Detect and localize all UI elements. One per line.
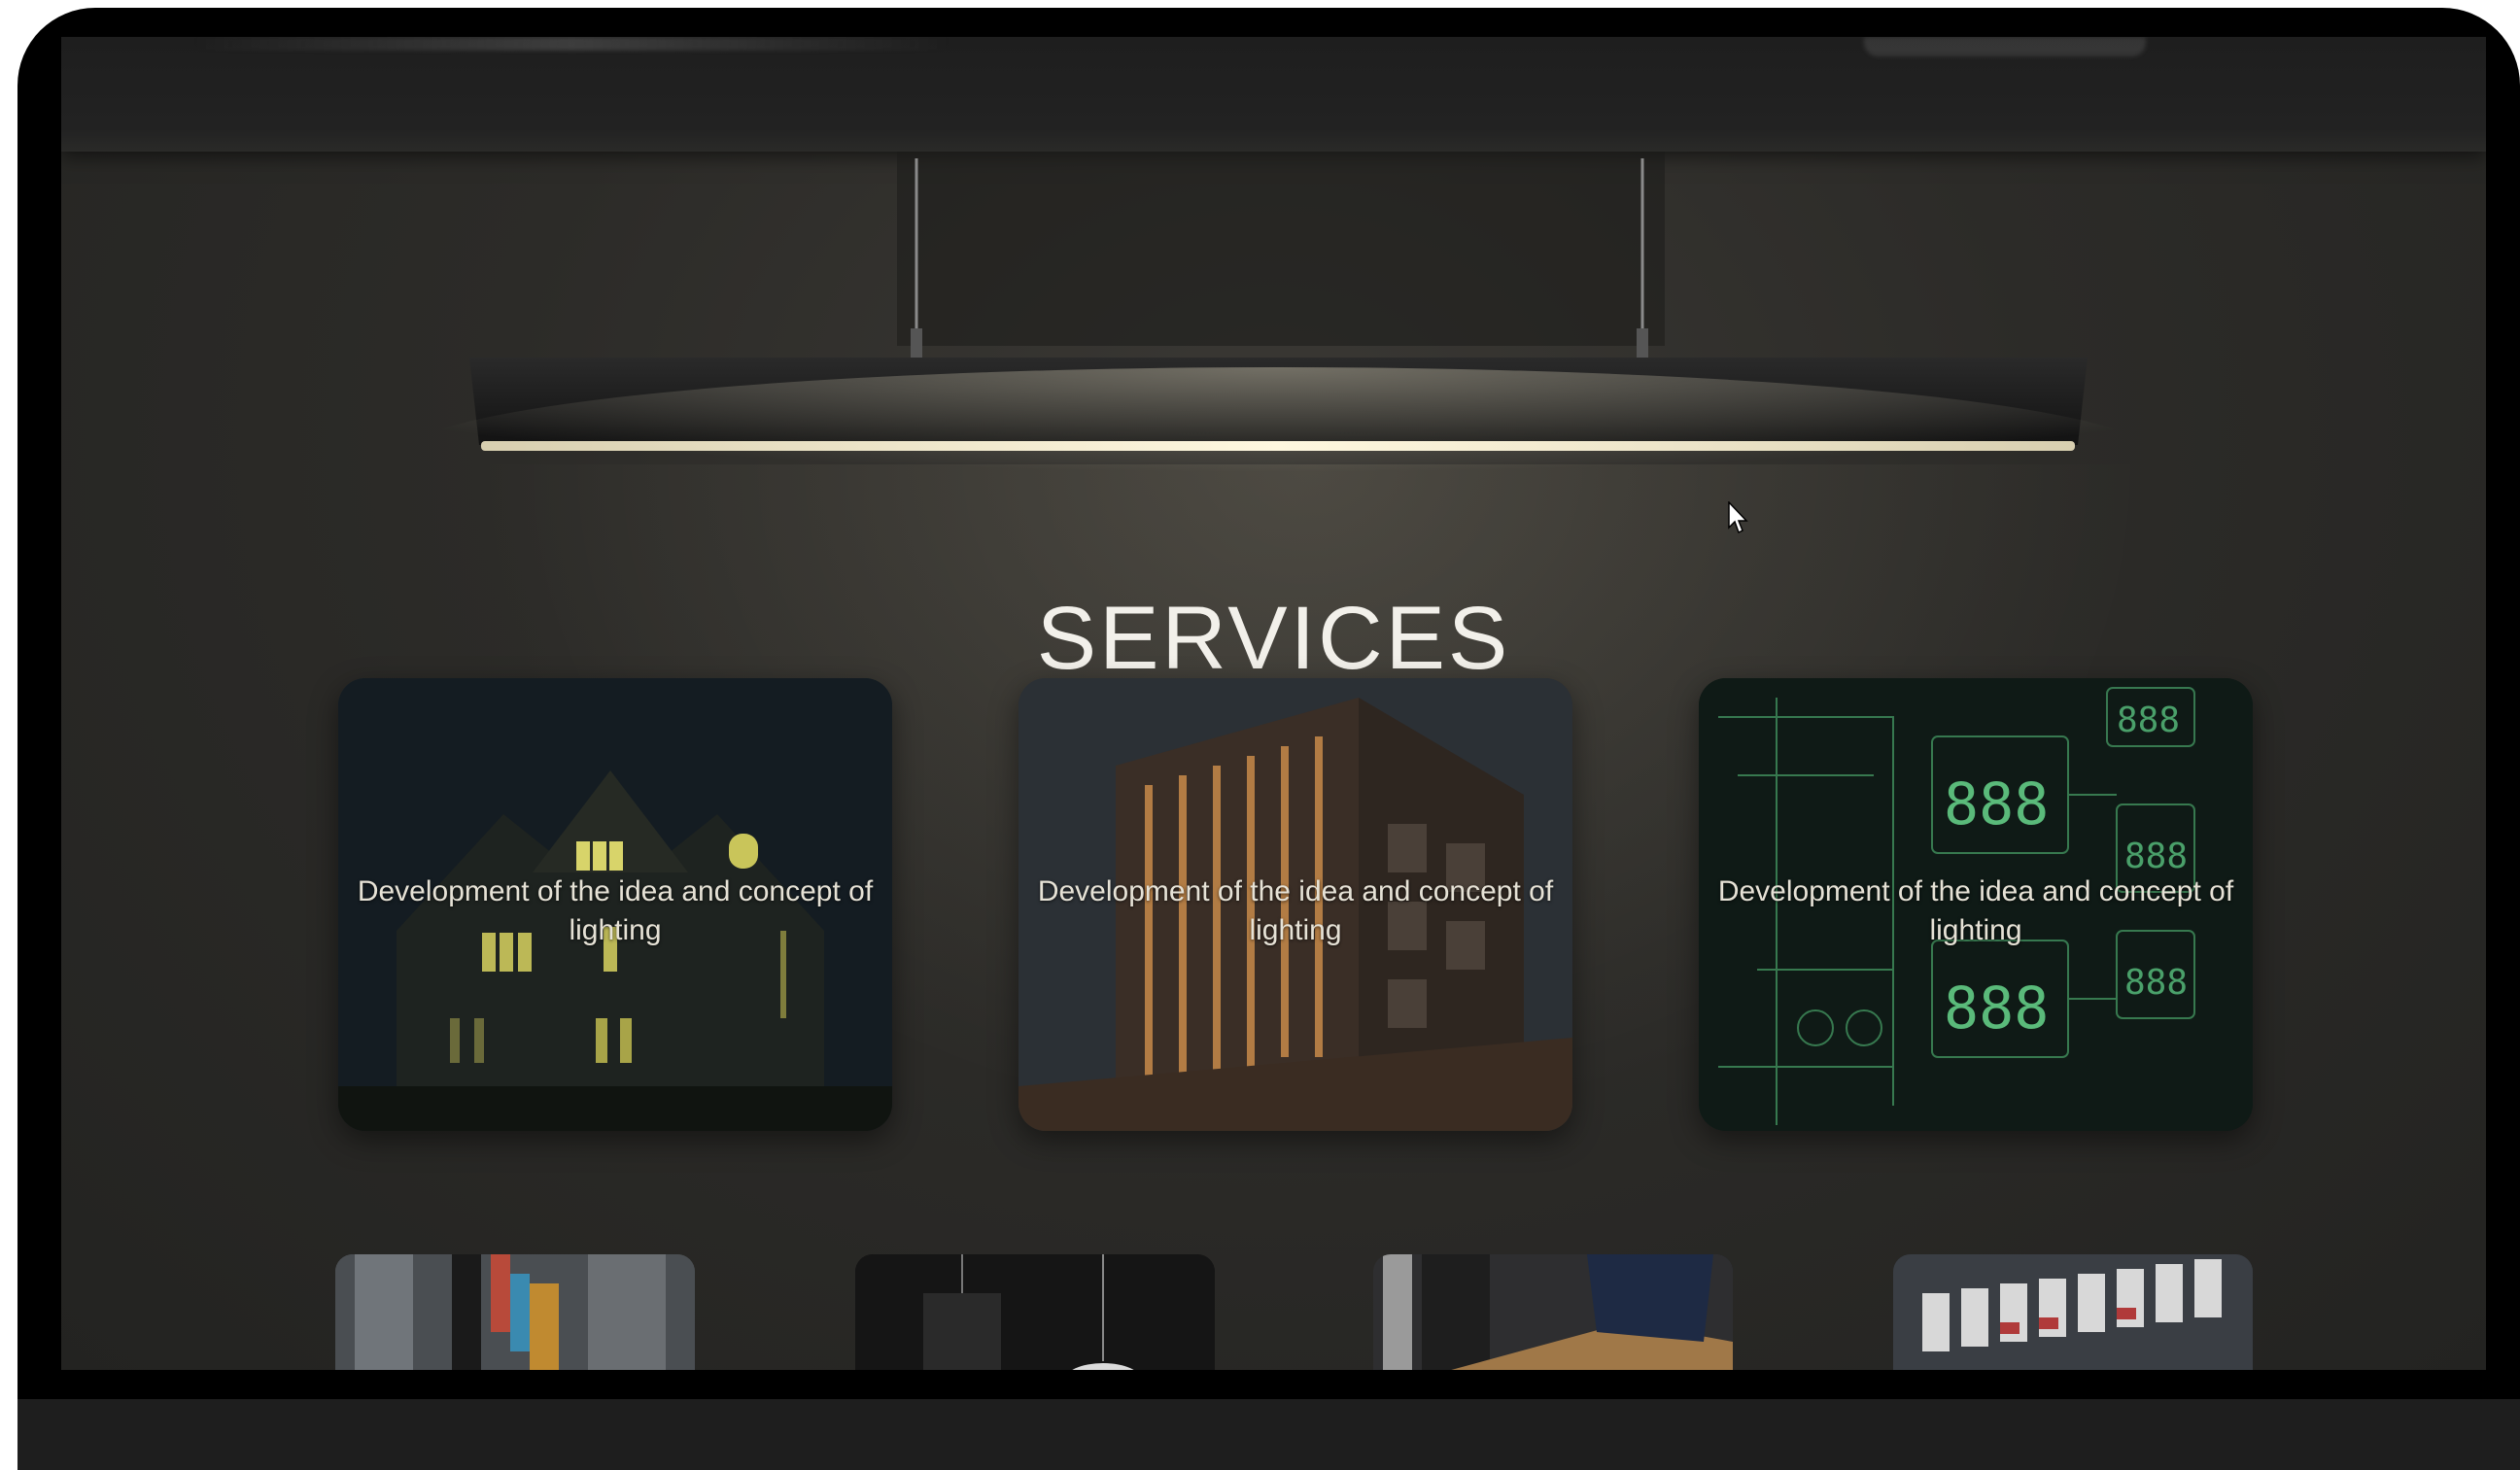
lamp-halo [403,367,2153,542]
device-frame: SERVICES Development of the idea and con… [17,8,2520,1470]
pendant-lamp-photo [855,1254,1215,1370]
service-card[interactable]: Development of the idea and concept of l… [338,678,892,1131]
svg-text:888: 888 [2124,837,2188,876]
mouse-cursor-icon [1728,501,1748,534]
service-card[interactable]: 888 888 888 888 888 Development of the i… [1699,678,2253,1131]
electrical-panel-photo [335,1254,695,1370]
service-card[interactable]: Development of the idea and concept of l… [1018,678,1572,1131]
lamp-clamp-right [1637,328,1648,358]
website-viewport: SERVICES Development of the idea and con… [61,37,2486,1370]
ceiling-shadow [897,152,1665,346]
service-card-text: Development of the idea and concept of l… [1037,875,1554,946]
svg-text:888: 888 [2124,963,2188,1003]
service-card-partial[interactable] [335,1254,695,1370]
svg-text:888: 888 [1944,974,2049,1043]
installer-at-work-photo [1373,1254,1733,1370]
service-card-text: Development of the idea and concept of l… [357,875,874,946]
section-title: SERVICES [1036,588,1511,688]
circuit-breakers-photo [1893,1254,2253,1370]
pendant-lamp-illustration [403,152,2153,542]
service-card-partial[interactable] [1893,1254,2253,1370]
service-card-partial[interactable] [1373,1254,1733,1370]
svg-text:888: 888 [2117,701,2180,740]
lamp-clamp-left [911,328,922,358]
service-card-text: Development of the idea and concept of l… [1717,875,2234,946]
device-base [17,1399,2520,1470]
service-card-partial[interactable] [855,1254,1215,1370]
svg-text:888: 888 [1944,770,2049,838]
